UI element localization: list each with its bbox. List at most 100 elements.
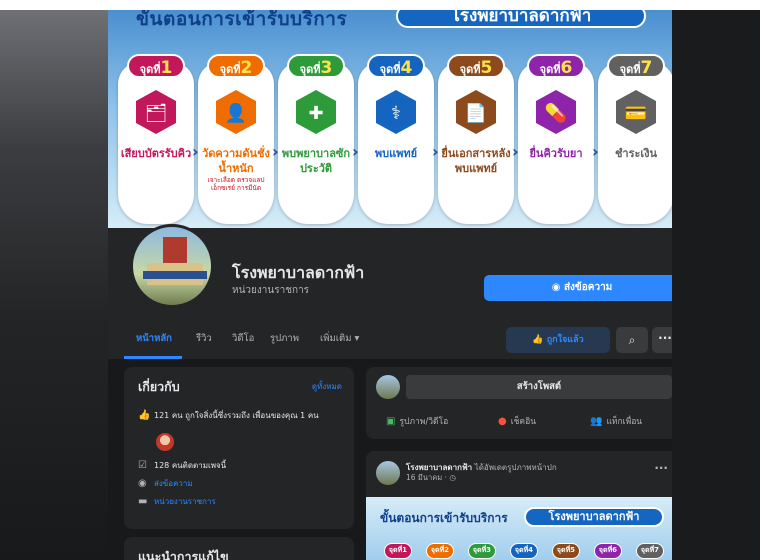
step-number: 6 (560, 58, 573, 78)
post-options-button[interactable]: ··· (654, 461, 668, 475)
tab-photos[interactable]: รูปภาพ (270, 331, 299, 346)
step-prefix: จุดที่ (379, 63, 401, 76)
left-background (0, 10, 108, 560)
liked-button[interactable]: 👍 ถูกใจแล้ว (506, 327, 610, 353)
messenger-icon: ◉ (138, 478, 147, 489)
step-label: ชำระเงิน (614, 147, 658, 160)
svg-text:💳: 💳 (625, 103, 647, 124)
page-tabs: หน้าหลัก รีวิว วิดีโอ รูปภาพ เพิ่มเติม ▾… (108, 319, 672, 359)
search-button[interactable]: ⌕ (616, 327, 648, 353)
post-image-badge: โรงพยาบาลดากฟ้า (524, 507, 664, 527)
step-label: พบแพทย์ (374, 147, 418, 160)
send-message-link[interactable]: ◉ ส่งข้อความ (138, 477, 193, 490)
post-timestamp[interactable]: 16 มีนาคม · ◷ (406, 472, 456, 484)
more-options-button[interactable]: ··· (652, 327, 672, 353)
page-avatar-small (376, 375, 400, 399)
steps-row: จุดที่1 🗂 เสียบบัตรรับคิว › จุดที่2 👤 วัดความด… (118, 54, 672, 224)
card-icon: 🗂 (132, 88, 180, 136)
folder-icon: ▬ (138, 496, 148, 507)
post-step-pill: จุดที่2 (426, 543, 454, 559)
step-number-pill: จุดที่4 (367, 54, 425, 78)
messenger-icon: ◉ (551, 282, 564, 293)
pill-icon: 💊 (532, 88, 580, 136)
feed-post: โรงพยาบาลดากฟ้า ได้อัพเดตรูปภาพหน้าปก 16… (366, 451, 672, 560)
step-sublabel: เจาะเลือด ตรวจแลป เอ็กซเรย์ การมีนัด (207, 176, 265, 192)
svg-text:🗂: 🗂 (145, 103, 168, 124)
tag-friends-button[interactable]: 👥 แท็กเพื่อน (590, 414, 642, 428)
svg-text:💊: 💊 (545, 102, 567, 124)
search-icon: ⌕ (628, 333, 636, 347)
about-card: เกี่ยวกับ ดูทั้งหมด 👍 121 คน ถูกใจสิ่งนี้… (124, 367, 354, 529)
post-step-pill: จุดที่4 (510, 543, 538, 559)
nurse-icon: ✚ (292, 88, 340, 136)
tag-friends-label: แท็กเพื่อน (606, 417, 643, 427)
tab-home[interactable]: หน้าหลัก (136, 331, 172, 346)
step-prefix: จุดที่ (619, 63, 641, 76)
followers-row: ☑ 128 คนติดตามเพจนี้ (138, 459, 226, 472)
step-card-bg (278, 62, 354, 224)
step-label: พบพยาบาลซักประวัติ (281, 147, 351, 175)
tab-videos[interactable]: วิดีโอ (232, 331, 254, 346)
svg-text:✚: ✚ (308, 103, 323, 124)
step-card-6: จุดที่6 💊 ยื่นคิวรับยา (518, 54, 594, 224)
post-step-pill: จุดที่1 (384, 543, 412, 559)
check-in-button[interactable]: ● เช็คอิน (498, 414, 536, 428)
step-number-pill: จุดที่3 (287, 54, 345, 78)
ellipsis-icon: ··· (658, 331, 672, 345)
profile-avatar[interactable] (130, 224, 214, 308)
cover-badge: โรงพยาบาลดากฟ้า (396, 10, 646, 28)
step-number-pill: จุดที่7 (607, 54, 665, 78)
tab-more[interactable]: เพิ่มเติม ▾ (320, 331, 359, 346)
svg-text:👤: 👤 (225, 102, 247, 124)
post-action: ได้อัพเดตรูปภาพหน้าปก (474, 463, 557, 472)
send-message-button[interactable]: ◉ ส่งข้อความ (484, 275, 672, 301)
thumbs-up-icon: 👍 (532, 335, 547, 345)
step-card-bg (358, 62, 434, 224)
step-card-bg (198, 62, 274, 224)
photo-icon: ▣ (386, 416, 396, 427)
likes-text: 121 คน ถูกใจสิ่งนี้ซึ่งรวมถึง เพื่อนของค… (154, 411, 319, 420)
tag-people-icon: 👥 (590, 416, 603, 427)
location-pin-icon: ● (498, 416, 507, 427)
post-step-pill: จุดที่5 (552, 543, 580, 559)
photo-video-button[interactable]: ▣ รูปภาพ/วิดีโอ (386, 414, 448, 428)
post-image[interactable]: ขั้นตอนการเข้ารับบริการ โรงพยาบาลดากฟ้า … (366, 497, 672, 560)
step-card-1: จุดที่1 🗂 เสียบบัตรรับคิว (118, 54, 194, 224)
friend-avatar[interactable] (156, 433, 174, 451)
step-card-bg (438, 62, 514, 224)
svg-text:📄: 📄 (465, 102, 487, 124)
see-all-link[interactable]: ดูทั้งหมด (312, 380, 342, 393)
recommend-title: แนะนำการแก้ไข (138, 549, 229, 560)
followers-text: 128 คนติดตามเพจนี้ (154, 461, 227, 470)
post-step-pill: จุดที่7 (636, 543, 664, 559)
tab-reviews[interactable]: รีวิว (196, 331, 212, 346)
right-background (672, 10, 760, 560)
cover-photo[interactable]: ขั้นตอนการเข้ารับบริการ โรงพยาบาลดากฟ้า … (108, 10, 672, 228)
check-in-label: เช็คอิน (510, 417, 537, 427)
send-message-label: ส่งข้อความ (563, 282, 613, 293)
profile-header: โรงพยาบาลดากฟ้า หน่วยงานราชการ ◉ ส่งข้อค… (108, 224, 672, 328)
send-message-link-label: ส่งข้อความ (154, 479, 193, 488)
step-card-bg (598, 62, 672, 224)
liked-label: ถูกใจแล้ว (546, 335, 584, 345)
doctor-icon: ⚕ (372, 88, 420, 136)
about-title: เกี่ยวกับ (138, 379, 180, 394)
step-number-pill: จุดที่1 (127, 54, 185, 78)
step-label: ยื่นคิวรับยา (529, 147, 583, 160)
step-number-pill: จุดที่6 (527, 54, 585, 78)
svg-text:⚕: ⚕ (391, 103, 401, 124)
active-tab-indicator (124, 356, 182, 359)
post-author-avatar[interactable] (376, 461, 400, 485)
recommend-card: แนะนำการแก้ไข (124, 537, 354, 560)
step-label: ยื่นเอกสารหลังพบแพทย์ (441, 147, 511, 175)
post-author-name[interactable]: โรงพยาบาลดากฟ้า (406, 463, 472, 472)
step-label: เสียบบัตรรับคิว (120, 147, 192, 160)
create-post-button[interactable]: สร้างโพสต์ (406, 375, 672, 399)
category-link[interactable]: ▬ หน่วยงานราชการ (138, 495, 216, 508)
page-category: หน่วยงานราชการ (232, 285, 310, 296)
page-main: ขั้นตอนการเข้ารับบริการ โรงพยาบาลดากฟ้า … (108, 10, 672, 560)
post-step-pill: จุดที่3 (468, 543, 496, 559)
step-prefix: จุดที่ (539, 63, 561, 76)
step-prefix: จุดที่ (299, 63, 321, 76)
step-number: 1 (160, 58, 173, 78)
